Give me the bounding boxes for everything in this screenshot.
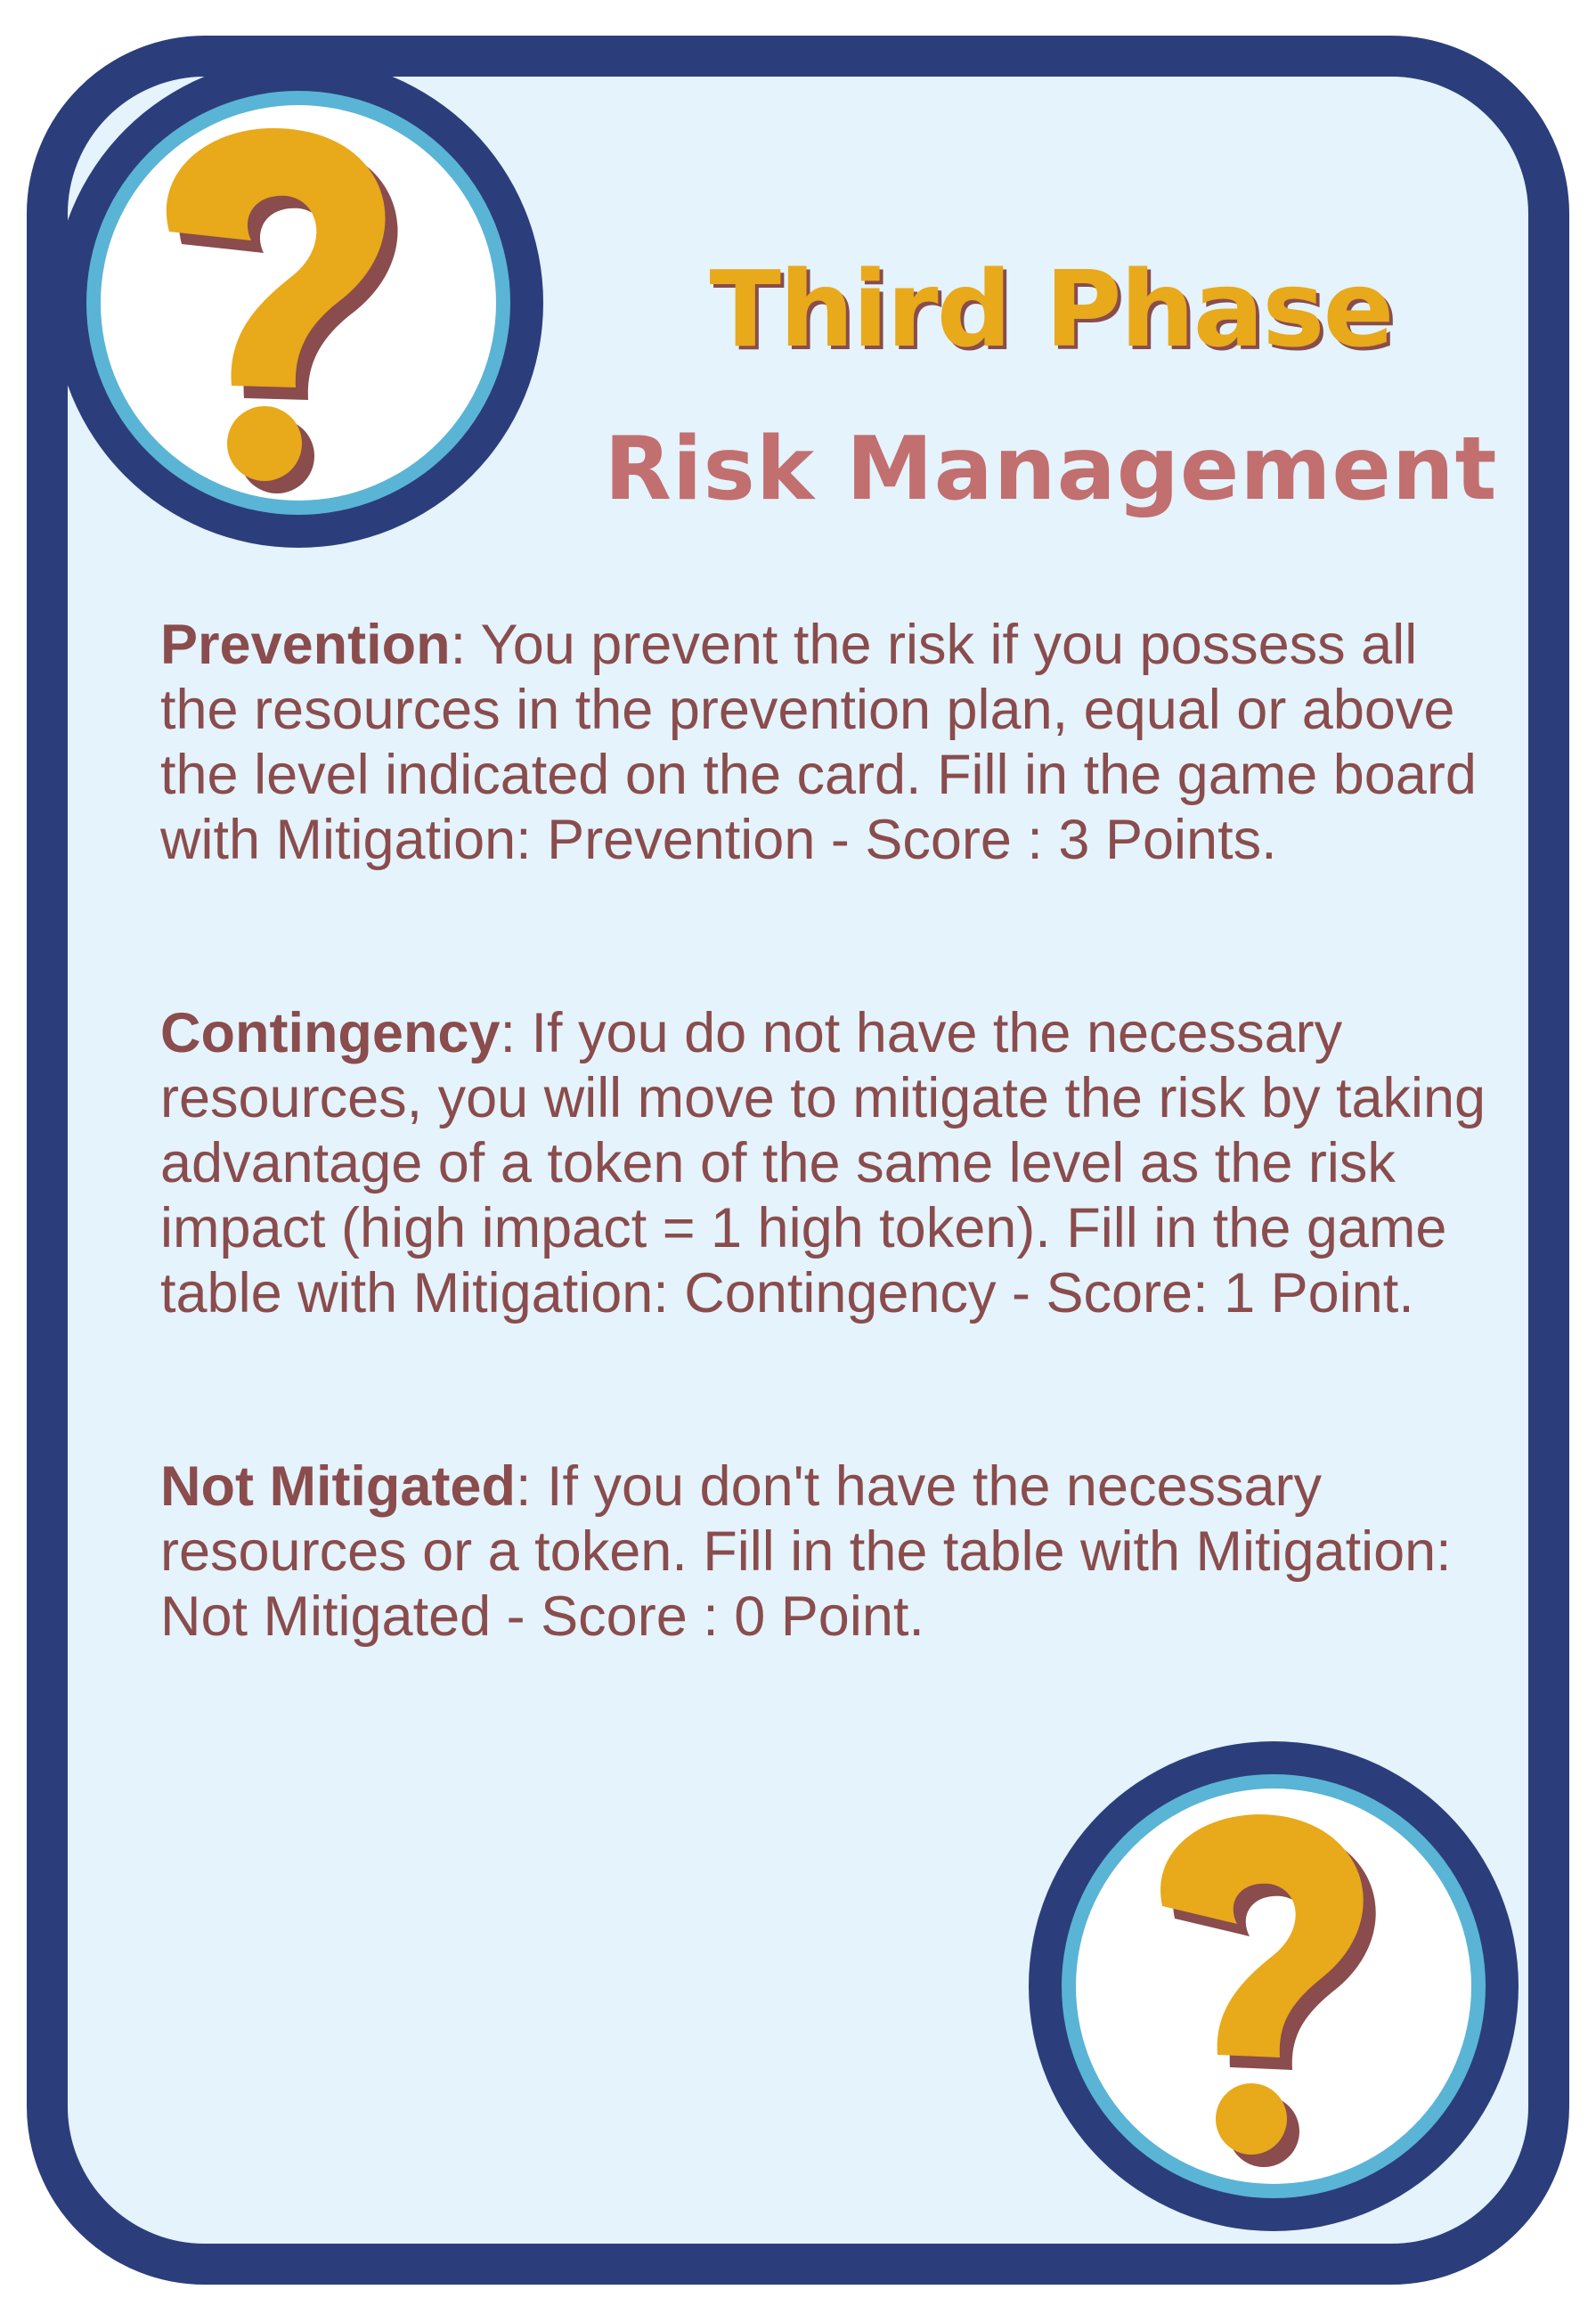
card-title: Third Phase: [709, 248, 1394, 371]
rule-term: Prevention: [160, 614, 451, 676]
rule-term: Not Mitigated: [160, 1455, 516, 1518]
question-mark-icon: [1062, 1774, 1486, 2198]
rule-contingency: Contingency: If you do not have the nece…: [160, 1001, 1496, 1326]
question-badge-top-left: [53, 58, 543, 548]
card-subtitle: Risk Management: [604, 419, 1498, 520]
rules-text: Prevention: You prevent the risk if you …: [160, 613, 1496, 1778]
rule-prevention: Prevention: You prevent the risk if you …: [160, 613, 1496, 873]
question-badge-bottom-right: [1029, 1741, 1519, 2231]
rule-term: Contingency: [160, 1002, 501, 1064]
rule-not-mitigated: Not Mitigated: If you don't have the nec…: [160, 1454, 1496, 1650]
question-mark-icon: [86, 91, 510, 515]
